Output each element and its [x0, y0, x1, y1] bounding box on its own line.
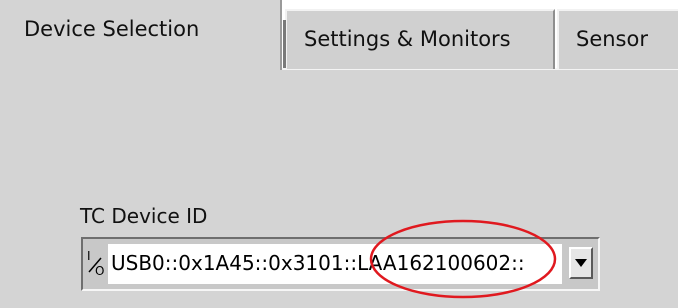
- tab-sensor[interactable]: Sensor: [557, 9, 678, 69]
- tc-device-id-label: TC Device ID: [80, 204, 208, 228]
- tab-divider-shadow: [283, 20, 286, 68]
- device-id-value-field[interactable]: USB0::0x1A45::0x3101::LAA162100602::: [108, 244, 562, 284]
- chevron-down-icon: [575, 259, 587, 267]
- svg-text:I: I: [87, 249, 91, 263]
- tab-device-selection[interactable]: Device Selection: [0, 0, 282, 70]
- tc-device-id-control: I O USB0::0x1A45::0x3101::LAA162100602::: [81, 237, 600, 291]
- tab-settings-monitors[interactable]: Settings & Monitors: [285, 9, 555, 69]
- io-resource-icon: I O: [86, 248, 106, 278]
- svg-text:O: O: [95, 264, 104, 278]
- panel: Device Selection Settings & Monitors Sen…: [0, 0, 678, 308]
- device-id-dropdown-button[interactable]: [569, 247, 593, 279]
